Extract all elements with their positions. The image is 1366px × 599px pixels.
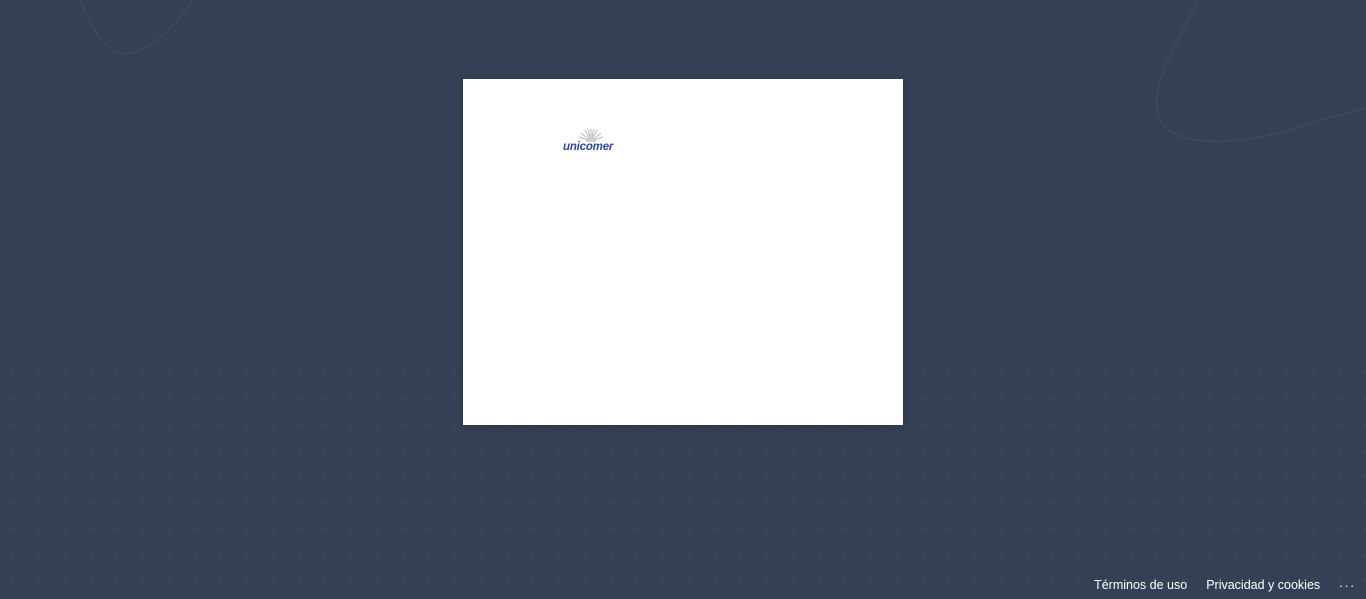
- background-curve-left: [79, 0, 193, 55]
- sign-in-card: unicomer: [463, 79, 903, 425]
- sign-in-page: unicomer Términos de uso Privacidad y co…: [0, 0, 1366, 599]
- footer: Términos de uso Privacidad y cookies ...: [1094, 576, 1356, 593]
- logo-text: unicomer: [563, 141, 614, 153]
- more-options-button[interactable]: ...: [1339, 576, 1356, 593]
- background-curve-right: [1156, 0, 1366, 143]
- privacy-and-cookies-link[interactable]: Privacidad y cookies: [1206, 578, 1320, 592]
- terms-of-use-link[interactable]: Términos de uso: [1094, 578, 1187, 592]
- company-logo: unicomer: [563, 128, 621, 156]
